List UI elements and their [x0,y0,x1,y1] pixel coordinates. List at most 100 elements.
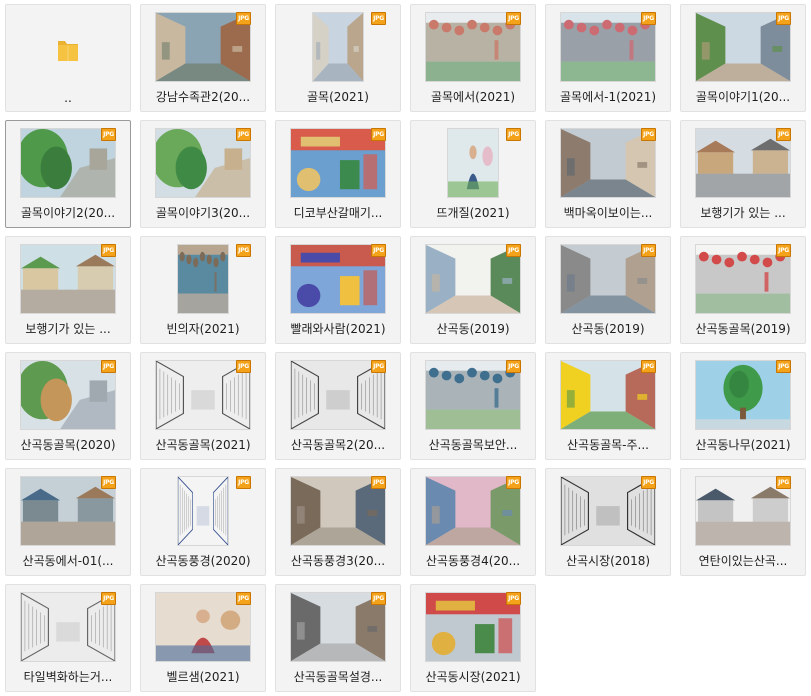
jpg-file-icon: JPG [101,592,116,605]
jpg-file-icon: JPG [776,476,791,489]
jpg-file-icon: JPG [506,592,521,605]
file-tile[interactable]: JPG 산곡동골목(2021) [140,352,266,460]
jpg-file-icon: JPG [371,128,386,141]
file-name-label: 빈의자(2021) [166,322,240,336]
file-name-label: 산곡동골목2(20... [290,438,386,452]
file-tile[interactable]: JPG 산곡동골목(2019) [680,236,806,344]
jpg-file-icon: JPG [371,476,386,489]
file-tile[interactable]: JPG 골목(2021) [275,4,401,112]
file-name-label: 디코부산갈매기... [293,206,383,220]
image-thumbnail [177,244,229,314]
file-tile[interactable]: JPG 골목이야기2(20... [5,120,131,228]
jpg-file-icon: JPG [236,476,251,489]
file-name-label: 산곡동풍경4(20... [425,554,521,568]
file-name-label: 골목이야기3(20... [155,206,251,220]
file-tile[interactable]: JPG 산곡동나무(2021) [680,352,806,460]
file-name-label: 뜨개질(2021) [436,206,510,220]
file-tile[interactable]: JPG 보행기가 있는 ... [680,120,806,228]
jpg-file-icon: JPG [236,12,251,25]
file-tile[interactable]: JPG 벨르샘(2021) [140,584,266,692]
jpg-file-icon: JPG [236,360,251,373]
file-tile[interactable]: JPG 산곡동골목-주... [545,352,671,460]
image-thumbnail [447,128,499,198]
file-name-label: 보행기가 있는 ... [700,206,786,220]
file-tile[interactable]: JPG 백마옥이보이는... [545,120,671,228]
file-tile[interactable]: JPG 빈의자(2021) [140,236,266,344]
file-name-label: 산곡동골목-주... [566,438,649,452]
image-thumbnail [312,12,364,82]
file-tile[interactable]: JPG 강남수족관2(20... [140,4,266,112]
jpg-file-icon: JPG [641,244,656,257]
file-name-label: 산곡동나무(2021) [695,438,791,452]
file-tile[interactable]: JPG 산곡동풍경3(20... [275,468,401,576]
jpg-file-icon: JPG [101,476,116,489]
file-tile[interactable]: JPG 산곡동(2019) [410,236,536,344]
jpg-file-icon: JPG [506,12,521,25]
file-tile[interactable]: JPG 빨래와사람(2021) [275,236,401,344]
jpg-file-icon: JPG [776,12,791,25]
file-tile[interactable]: JPG 디코부산갈매기... [275,120,401,228]
jpg-file-icon: JPG [371,244,386,257]
file-tile[interactable]: JPG 보행기가 있는 ... [5,236,131,344]
jpg-file-icon: JPG [236,244,251,257]
file-tile[interactable]: JPG 산곡동(2019) [545,236,671,344]
file-name-label: 강남수족관2(20... [155,90,251,104]
file-tile[interactable]: JPG 골목이야기3(20... [140,120,266,228]
file-grid: .. JPG 강남수족관2(20... JPG 골목(2021) JPG 골목에서(202… [5,4,806,692]
jpg-file-icon: JPG [641,360,656,373]
file-name-label: 보행기가 있는 ... [25,322,111,336]
jpg-file-icon: JPG [776,360,791,373]
file-tile[interactable]: JPG 산곡동골목설경... [275,584,401,692]
jpg-file-icon: JPG [506,476,521,489]
file-tile[interactable]: JPG 타일벽화하는거... [5,584,131,692]
jpg-file-icon: JPG [101,244,116,257]
jpg-file-icon: JPG [236,128,251,141]
file-tile[interactable]: JPG 골목에서(2021) [410,4,536,112]
jpg-file-icon: JPG [371,360,386,373]
file-name-label: 산곡동풍경3(20... [290,554,386,568]
file-tile[interactable]: JPG 골목에서-1(2021) [545,4,671,112]
file-name-label: 산곡동골목(2020) [20,438,116,452]
file-tile[interactable]: JPG 산곡동풍경4(20... [410,468,536,576]
file-tile[interactable]: JPG 산곡동시장(2021) [410,584,536,692]
jpg-file-icon: JPG [506,360,521,373]
file-name-label: 산곡시장(2018) [565,554,651,568]
file-name-label: 연탄이있는산곡... [698,554,788,568]
file-name-label: 골목(2021) [307,90,369,104]
file-tile[interactable]: JPG 산곡동풍경(2020) [140,468,266,576]
folder-icon [56,35,80,63]
file-tile[interactable]: JPG 연탄이있는산곡... [680,468,806,576]
file-name-label: 골목에서(2021) [430,90,516,104]
jpg-file-icon: JPG [101,360,116,373]
folder-up-label: .. [64,91,72,105]
file-tile[interactable]: JPG 산곡동골목(2020) [5,352,131,460]
jpg-file-icon: JPG [641,476,656,489]
file-name-label: 골목이야기2(20... [20,206,116,220]
file-tile[interactable]: JPG 골목이야기1(20... [680,4,806,112]
file-name-label: 산곡동에서-01(... [22,554,114,568]
file-name-label: 벨르샘(2021) [166,670,240,684]
file-name-label: 산곡동골목(2019) [695,322,791,336]
file-tile[interactable]: JPG 산곡동골목2(20... [275,352,401,460]
image-thumbnail [177,476,229,546]
file-name-label: 골목이야기1(20... [695,90,791,104]
file-name-label: 백마옥이보이는... [563,206,653,220]
folder-up-tile[interactable]: .. [5,4,131,112]
jpg-file-icon: JPG [371,592,386,605]
file-name-label: 골목에서-1(2021) [559,90,657,104]
jpg-file-icon: JPG [641,128,656,141]
file-name-label: 빨래와사람(2021) [290,322,386,336]
jpg-file-icon: JPG [101,128,116,141]
jpg-file-icon: JPG [236,592,251,605]
jpg-file-icon: JPG [371,12,386,25]
file-tile[interactable]: JPG 뜨개질(2021) [410,120,536,228]
file-name-label: 산곡동시장(2021) [425,670,521,684]
jpg-file-icon: JPG [506,128,521,141]
jpg-file-icon: JPG [776,244,791,257]
jpg-file-icon: JPG [506,244,521,257]
file-tile[interactable]: JPG 산곡동골목보안... [410,352,536,460]
file-name-label: 산곡동골목(2021) [155,438,251,452]
file-tile[interactable]: JPG 산곡시장(2018) [545,468,671,576]
file-name-label: 산곡동풍경(2020) [155,554,251,568]
file-tile[interactable]: JPG 산곡동에서-01(... [5,468,131,576]
